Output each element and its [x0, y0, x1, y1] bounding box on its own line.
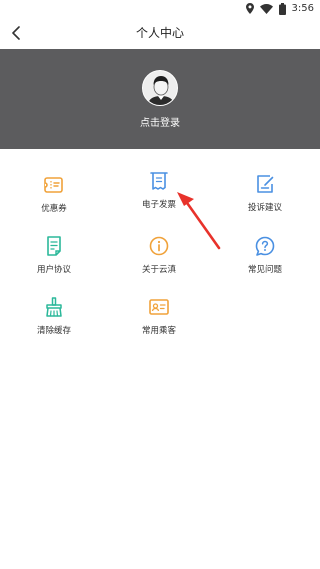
question-icon — [255, 236, 275, 256]
status-icons: 3:56 — [245, 2, 314, 15]
location-icon — [245, 3, 254, 14]
broom-icon — [46, 297, 62, 317]
menu-item-label: 常用乘客 — [141, 326, 176, 336]
profile-header: 点击登录 — [0, 49, 320, 149]
avatar[interactable] — [142, 70, 178, 106]
feedback-edit-icon — [257, 175, 274, 193]
nav-bar: 个人中心 — [0, 17, 320, 49]
menu-item-feedback[interactable]: 投诉建议 — [225, 173, 305, 225]
menu-item-user-agreement[interactable]: 用户协议 — [14, 235, 94, 287]
menu-item-label: 关于云滇 — [141, 265, 176, 275]
chevron-left-icon — [12, 26, 20, 40]
coupon-icon — [44, 177, 63, 193]
login-prompt[interactable]: 点击登录 — [0, 114, 320, 129]
receipt-icon — [150, 172, 168, 190]
menu-item-label: 优惠券 — [41, 204, 67, 214]
document-icon — [47, 236, 61, 256]
wifi-icon — [259, 3, 273, 14]
battery-icon — [278, 2, 286, 15]
back-button[interactable] — [4, 21, 28, 45]
user-avatar-icon — [143, 71, 177, 105]
menu-item-label: 常见问题 — [247, 265, 282, 275]
annotation-arrow — [177, 192, 221, 250]
menu-item-coupon[interactable]: 优惠券 — [14, 174, 94, 226]
info-icon — [149, 236, 169, 256]
menu-item-label: 清除缓存 — [36, 326, 71, 336]
menu-item-label: 电子发票 — [141, 200, 176, 210]
id-card-icon — [149, 299, 169, 315]
menu-item-label: 投诉建议 — [247, 203, 282, 213]
menu-item-frequent-passengers[interactable]: 常用乘客 — [119, 296, 199, 348]
status-bar: 3:56 — [0, 0, 320, 17]
menu-item-label: 用户协议 — [36, 265, 71, 275]
menu-item-faq[interactable]: 常见问题 — [225, 235, 305, 287]
page-title: 个人中心 — [135, 26, 184, 40]
menu-item-clear-cache[interactable]: 清除缓存 — [14, 296, 94, 348]
status-time: 3:56 — [291, 3, 314, 14]
